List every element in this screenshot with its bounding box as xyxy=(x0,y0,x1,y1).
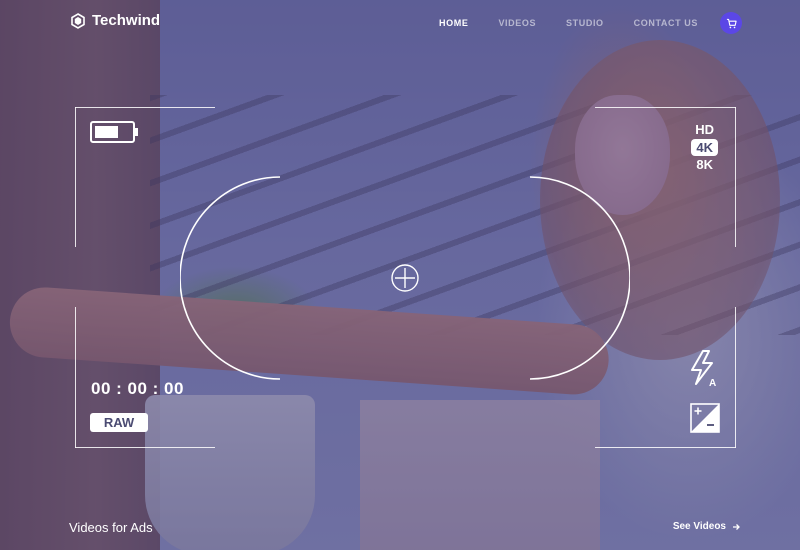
frame-corner-top-right-v xyxy=(735,107,736,247)
frame-corner-bottom-right-h xyxy=(595,447,736,448)
frame-corner-bottom-left-h xyxy=(75,447,215,448)
arrow-right-icon xyxy=(733,523,740,530)
frame-corner-bottom-left-v xyxy=(75,307,76,448)
frame-corner-top-left-v xyxy=(75,107,76,247)
camera-viewfinder: HD 4K 8K 00 : 00 : 00 RAW A xyxy=(0,0,800,550)
focus-crosshair-icon xyxy=(391,264,419,292)
hero-section: Techwind HOME VIDEOS STUDIO CONTACT US H… xyxy=(0,0,800,550)
see-videos-link[interactable]: See Videos xyxy=(673,521,740,532)
resolution-8k[interactable]: 8K xyxy=(696,156,713,174)
frame-corner-top-left-h xyxy=(75,107,215,108)
resolution-selector: HD 4K 8K xyxy=(691,121,718,174)
timecode: 00 : 00 : 00 xyxy=(91,379,184,398)
flash-mode-label: A xyxy=(709,378,716,388)
frame-corner-bottom-right-v xyxy=(735,307,736,448)
battery-icon xyxy=(90,121,138,143)
flash-auto-icon[interactable]: A xyxy=(690,350,722,388)
focus-ring xyxy=(180,176,630,380)
see-videos-label: See Videos xyxy=(672,521,726,532)
resolution-4k[interactable]: 4K xyxy=(691,139,718,156)
frame-corner-top-right-h xyxy=(595,107,736,108)
format-badge: RAW xyxy=(90,413,148,432)
section-title: Videos for Ads xyxy=(69,520,153,535)
resolution-hd[interactable]: HD xyxy=(695,121,714,139)
exposure-compensation-icon[interactable] xyxy=(690,403,720,433)
